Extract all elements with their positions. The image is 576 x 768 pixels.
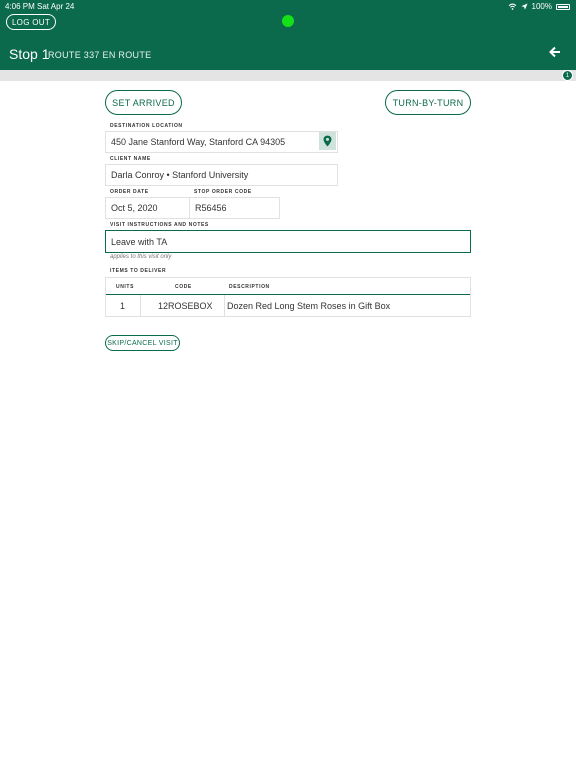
item-code: 12ROSEBOX — [158, 301, 213, 311]
stop-title: Stop 1 — [9, 46, 50, 62]
instructions-hint: applies to this visit only — [110, 254, 172, 260]
logout-button[interactable]: LOG OUT — [6, 14, 56, 30]
items-table: UNITS CODE DESCRIPTION 1 12ROSEBOX Dozen… — [105, 277, 471, 317]
destination-value: 450 Jane Stanford Way, Stanford CA 94305 — [111, 137, 286, 147]
map-pin-icon — [323, 135, 332, 147]
battery-icon — [556, 3, 570, 10]
stop-code-label: STOP ORDER CODE — [194, 189, 252, 195]
destination-label: DESTINATION LOCATION — [110, 123, 183, 129]
order-date-value: Oct 5, 2020 — [111, 203, 158, 213]
column-header-description: DESCRIPTION — [229, 283, 270, 290]
location-arrow-icon — [520, 3, 528, 10]
instructions-label: VISIT INSTRUCTIONS AND NOTES — [110, 222, 209, 228]
stop-code-value: R56456 — [195, 203, 227, 213]
order-date-field[interactable]: Oct 5, 2020 — [105, 197, 190, 219]
status-indicators: 100% — [508, 2, 570, 11]
client-value: Darla Conroy • Stanford University — [111, 170, 249, 180]
status-date: Sat Apr 24 — [37, 2, 75, 11]
item-units: 1 — [120, 301, 126, 311]
battery-percent: 100% — [531, 2, 552, 11]
column-header-code: CODE — [175, 283, 192, 290]
recording-indicator — [282, 15, 294, 27]
column-header-units: UNITS — [116, 283, 134, 290]
progress-badge: 1 — [562, 70, 573, 81]
instructions-field[interactable]: Leave with TA — [105, 230, 471, 253]
client-label: CLIENT NAME — [110, 156, 151, 162]
status-time: 4:06 PM — [5, 2, 35, 11]
map-pin-button[interactable] — [319, 132, 336, 150]
route-status: ROUTE 337 EN ROUTE — [48, 50, 152, 60]
stop-code-field[interactable]: R56456 — [189, 197, 280, 219]
items-section-label: ITEMS TO DELIVER — [110, 268, 167, 274]
column-divider — [224, 295, 225, 317]
destination-field[interactable]: 450 Jane Stanford Way, Stanford CA 94305 — [105, 131, 338, 153]
arrow-left-icon[interactable] — [549, 46, 561, 58]
item-description: Dozen Red Long Stem Roses in Gift Box — [227, 301, 391, 311]
client-field[interactable]: Darla Conroy • Stanford University — [105, 164, 338, 186]
instructions-value: Leave with TA — [111, 236, 168, 247]
progress-strip — [0, 70, 576, 81]
wifi-icon — [508, 3, 516, 10]
skip-cancel-visit-button[interactable]: SKIP/CANCEL VISIT — [105, 335, 180, 351]
app-header: 4:06 PM Sat Apr 24 100% LOG OUT Stop 1 R… — [0, 0, 576, 70]
order-date-label: ORDER DATE — [110, 189, 149, 195]
turn-by-turn-button[interactable]: TURN-BY-TURN — [385, 90, 471, 115]
set-arrived-button[interactable]: SET ARRIVED — [105, 90, 182, 115]
column-divider — [140, 295, 141, 317]
